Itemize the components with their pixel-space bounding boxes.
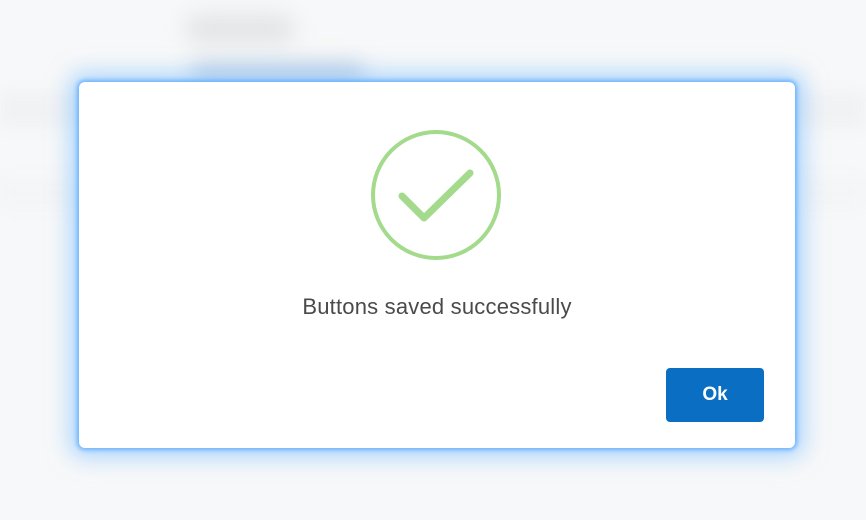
success-dialog: Buttons saved successfully Ok <box>79 82 795 448</box>
blurred-header-element <box>185 14 295 44</box>
check-circle-icon <box>371 130 501 260</box>
blurred-tab-element <box>190 62 365 84</box>
success-message: Buttons saved successfully <box>302 294 572 319</box>
ok-button[interactable]: Ok <box>666 368 764 422</box>
